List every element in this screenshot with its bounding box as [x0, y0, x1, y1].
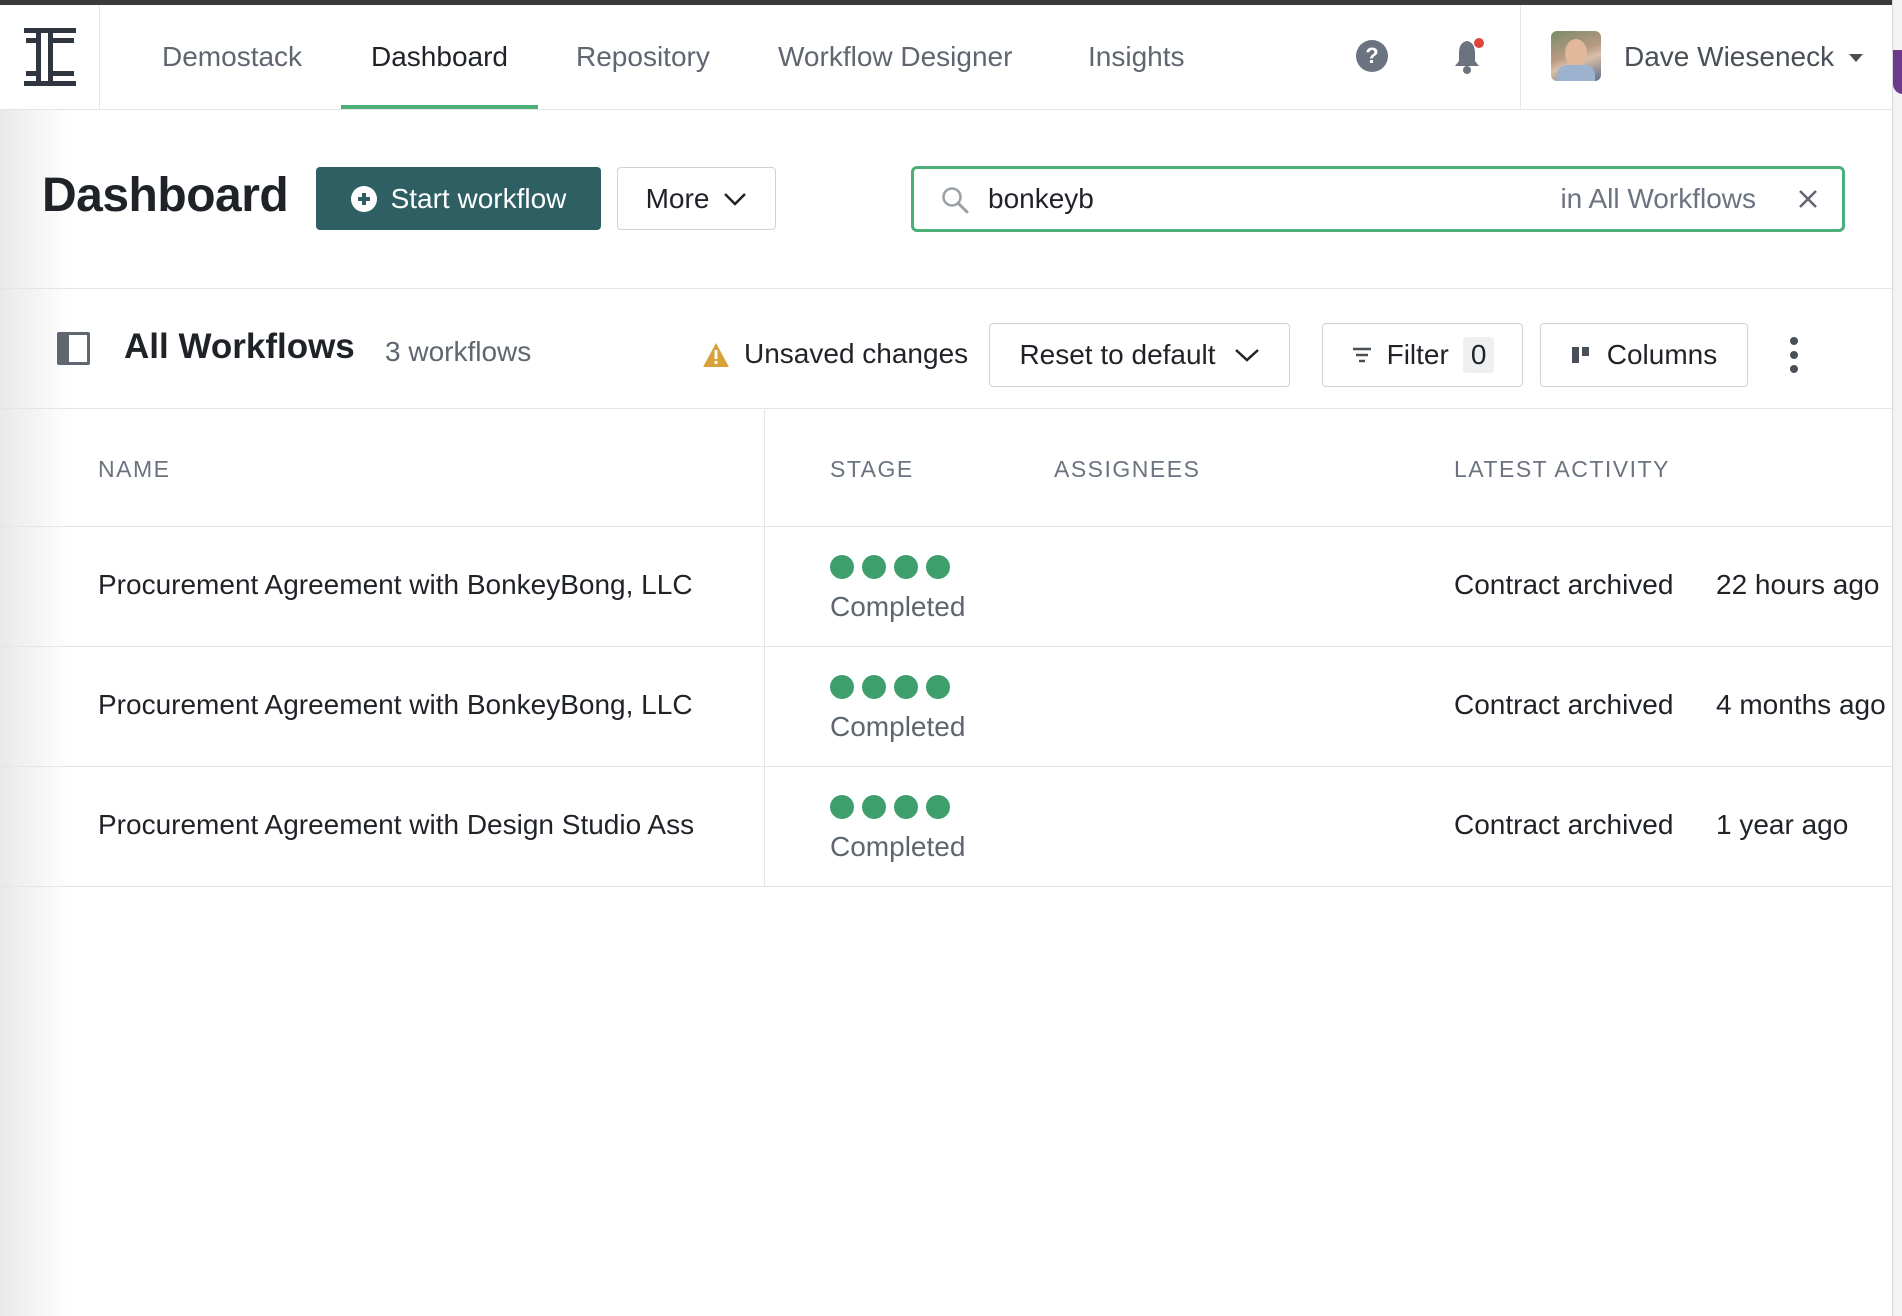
- tab-dashboard[interactable]: Dashboard: [341, 5, 538, 109]
- sidebar-toggle-icon[interactable]: [57, 332, 90, 365]
- stage-progress-dots: [830, 675, 950, 699]
- reset-to-default-button[interactable]: Reset to default: [989, 323, 1290, 387]
- stage-progress-dots: [830, 795, 950, 819]
- help-icon[interactable]: ?: [1356, 40, 1388, 72]
- column-header-assignees[interactable]: ASSIGNEES: [1054, 456, 1200, 483]
- columns-button[interactable]: Columns: [1540, 323, 1748, 387]
- columns-label: Columns: [1606, 339, 1718, 370]
- table-row[interactable]: Procurement Agreement with Design Studio…: [0, 767, 1892, 887]
- filter-count-badge: 0: [1462, 337, 1495, 373]
- tab-workflow-designer[interactable]: Workflow Designer: [778, 5, 1012, 109]
- search-input[interactable]: [988, 179, 1508, 219]
- stage-label: Completed: [830, 831, 966, 862]
- stage-label: Completed: [830, 711, 966, 742]
- workflow-name[interactable]: Procurement Agreement with BonkeyBong, L…: [98, 689, 748, 721]
- more-label: More: [645, 182, 710, 214]
- workflow-name[interactable]: Procurement Agreement with BonkeyBong, L…: [98, 569, 748, 601]
- column-header-stage[interactable]: STAGE: [830, 456, 914, 483]
- toolbar-divider: [0, 408, 1892, 409]
- filter-icon: [1352, 347, 1371, 363]
- chevron-down-icon: [1234, 349, 1259, 362]
- column-header-latest-activity[interactable]: LATEST ACTIVITY: [1454, 456, 1670, 483]
- columns-icon: [1571, 347, 1589, 363]
- column-header-name[interactable]: NAME: [98, 456, 170, 483]
- chevron-down-icon: [724, 192, 747, 206]
- start-workflow-label: Start workflow: [390, 182, 567, 214]
- workflow-name[interactable]: Procurement Agreement with Design Studio…: [98, 809, 748, 841]
- tab-repository[interactable]: Repository: [576, 5, 710, 109]
- view-title: All Workflows: [124, 327, 355, 366]
- bell-icon[interactable]: [1452, 37, 1486, 75]
- tab-demostack[interactable]: Demostack: [162, 5, 302, 109]
- warning-icon: [703, 343, 729, 367]
- activity-time: 22 hours ago: [1716, 569, 1880, 600]
- logo-icon[interactable]: [0, 5, 100, 109]
- stage-progress-dots: [830, 555, 950, 579]
- latest-activity: Contract archived: [1454, 809, 1674, 840]
- chevron-down-icon[interactable]: [1849, 54, 1863, 62]
- header-divider: [0, 288, 1892, 289]
- table-row[interactable]: Procurement Agreement with BonkeyBong, L…: [0, 647, 1892, 767]
- workflow-count: 3 workflows: [385, 336, 532, 367]
- right-edge: [1892, 0, 1902, 1316]
- tab-insights[interactable]: Insights: [1088, 5, 1185, 109]
- activity-time: 4 months ago: [1716, 689, 1886, 720]
- filter-label: Filter: [1386, 339, 1449, 370]
- start-workflow-button[interactable]: Start workflow: [316, 167, 601, 230]
- plus-circle-icon: [350, 185, 377, 212]
- unsaved-changes-label: Unsaved changes: [744, 338, 969, 369]
- nav-separator: [1520, 5, 1521, 109]
- avatar[interactable]: [1551, 31, 1601, 81]
- table-row[interactable]: Procurement Agreement with BonkeyBong, L…: [0, 527, 1892, 647]
- close-icon[interactable]: [1792, 183, 1824, 215]
- page-title: Dashboard: [42, 169, 289, 222]
- activity-time: 1 year ago: [1716, 809, 1849, 840]
- edge-indicator: [1893, 50, 1902, 94]
- more-options-icon[interactable]: [1786, 333, 1802, 377]
- more-button[interactable]: More: [617, 167, 776, 230]
- latest-activity: Contract archived: [1454, 689, 1674, 720]
- search-box[interactable]: in All Workflows: [911, 166, 1845, 232]
- stage-label: Completed: [830, 591, 966, 622]
- user-name[interactable]: Dave Wieseneck: [1624, 5, 1834, 109]
- filter-button[interactable]: Filter 0: [1322, 323, 1523, 387]
- latest-activity: Contract archived: [1454, 569, 1674, 600]
- reset-label: Reset to default: [1019, 339, 1216, 370]
- top-nav: Demostack Dashboard Repository Workflow …: [0, 5, 1892, 110]
- search-scope: in All Workflows: [1560, 183, 1756, 214]
- search-icon: [942, 187, 969, 214]
